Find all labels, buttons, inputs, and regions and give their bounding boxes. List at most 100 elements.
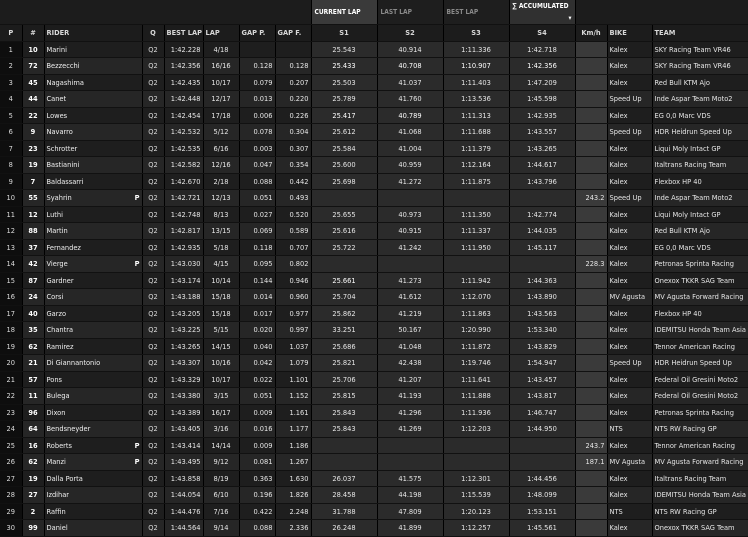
table-row[interactable]: 7 23 Schrotter Q2 1:42.535 6/16 0.003 0.307 25.5… [0,140,748,157]
table-row[interactable]: 15 87 Gardner Q2 1:43.174 10/14 0.144 0.946 25.6… [0,272,748,289]
col-num[interactable]: # [22,24,45,42]
col-gap-p[interactable]: GAP P. [239,24,276,42]
gap-first: 1.152 [275,387,312,405]
session-q: Q2 [142,404,165,421]
col-rider[interactable]: RIDER [44,24,143,42]
team-name: Onexox TKKR SAG Team [652,272,748,289]
gap-first: 1.267 [275,453,312,471]
sector-3: 1:11.313 [443,107,510,124]
rider-name-text: Canet [46,94,67,104]
bike-make: Kalex [607,305,653,322]
col-speed[interactable]: Km/h [575,24,608,42]
sector-4: 1:44.456 [509,470,576,487]
tab-best-lap[interactable]: BEST LAP [443,0,510,25]
col-pos[interactable]: P [0,24,23,42]
rider-number: 10 [22,41,45,58]
rider-number: 21 [22,354,45,372]
bike-make: NTS [607,420,653,438]
table-row[interactable]: 6 9 Navarro Q2 1:42.532 5/12 0.078 0.304 25.612 4… [0,123,748,141]
best-lap-time: 1:43.329 [164,371,204,388]
table-row[interactable]: 13 37 Fernandez Q2 1:42.935 5/18 0.118 0.707 25.… [0,239,748,256]
sector-4: 1:45.598 [509,90,576,108]
table-row[interactable]: 18 35 Chantra Q2 1:43.225 5/15 0.020 0.997 33.25… [0,321,748,339]
table-row[interactable]: 24 64 Bendsneyder Q2 1:43.405 3/16 0.016 1.177 2… [0,420,748,438]
speed-kmh [575,74,608,91]
gap-first: 0.960 [275,288,312,306]
table-row[interactable]: 22 11 Bulega Q2 1:43.380 3/15 0.051 1.152 25.815… [0,387,748,405]
table-row[interactable]: 20 21 Di Giannantonio Q2 1:43.307 10/16 0.042 1… [0,354,748,372]
table-row[interactable]: 3 45 Nagashima Q2 1:42.435 10/17 0.079 0.207 25.… [0,74,748,91]
rider-name-text: Bulega [46,391,70,401]
sector-2: 41.296 [377,404,444,421]
tab-current-lap[interactable]: CURRENT LAP [311,0,378,25]
sector-2 [377,453,444,471]
sector-2: 41.273 [377,272,444,289]
accumulated-dropdown[interactable]: ∑ ACCUMULATED ▾ [509,0,576,25]
best-lap-time: 1:42.532 [164,123,204,141]
rider-name: Raffin [44,503,143,520]
table-row[interactable]: 9 7 Baldassarri Q2 1:42.670 2/18 0.088 0.442 25.… [0,173,748,190]
bike-make: Kalex [607,156,653,174]
table-row[interactable]: 23 96 Dixon Q2 1:43.389 16/17 0.009 1.161 25.843… [0,404,748,421]
best-lap-time: 1:43.225 [164,321,204,339]
table-row[interactable]: 2 72 Bezzecchi Q2 1:42.356 16/16 0.128 0.128 25.… [0,57,748,75]
table-row[interactable]: 19 62 Ramirez Q2 1:43.265 14/15 0.040 1.037 25.6… [0,338,748,355]
table-row[interactable]: 1 10 Marini Q2 1:42.228 4/18 25.543 40.914 1:11.… [0,41,748,58]
table-row[interactable]: 28 27 Izdihar Q2 1:44.054 6/10 0.196 1.826 28.45… [0,486,748,504]
sector-2: 41.272 [377,173,444,190]
bike-make: Kalex [607,173,653,190]
col-s4[interactable]: S4 [509,24,576,42]
table-row[interactable]: 29 2 Raffin Q2 1:44.476 7/16 0.422 2.248 31.788 4… [0,503,748,520]
rider-name: Nagashima [44,74,143,91]
col-best-lap[interactable]: BEST LAP [164,24,204,42]
table-row[interactable]: 11 12 Luthi Q2 1:42.748 8/13 0.027 0.520 25.655 4… [0,206,748,223]
col-gap-f[interactable]: GAP F. [275,24,312,42]
table-row[interactable]: 5 22 Lowes Q2 1:42.454 17/18 0.006 0.226 25.417 4… [0,107,748,124]
gap-previous: 0.016 [239,420,276,438]
gap-previous: 0.422 [239,503,276,520]
rider-name: Baldassarri [44,173,143,190]
sector-3: 1:11.403 [443,74,510,91]
sector-1: 25.503 [311,74,378,91]
lap-count: 2/18 [203,173,240,190]
sector-4: 1:44.363 [509,272,576,289]
table-row[interactable]: 21 57 Pons Q2 1:43.329 10/17 0.022 1.101 25.706 4… [0,371,748,388]
table-row[interactable]: 8 19 Bastianini Q2 1:42.582 12/16 0.047 0.354 25… [0,156,748,174]
sector-1 [311,437,378,454]
bike-make: Kalex [607,57,653,75]
sector-1: 28.458 [311,486,378,504]
col-s1[interactable]: S1 [311,24,378,42]
table-row[interactable]: 14 42 Vierge P Q2 1:43.030 4/15 0.095 0.802 228.3… [0,255,748,273]
session-q: Q2 [142,486,165,504]
table-row[interactable]: 17 40 Garzo Q2 1:43.205 15/18 0.017 0.977 25.862… [0,305,748,322]
gap-first: 0.520 [275,206,312,223]
speed-kmh [575,354,608,372]
col-s2[interactable]: S2 [377,24,444,42]
sector-2: 41.193 [377,387,444,405]
table-row[interactable]: 16 24 Corsi Q2 1:43.188 15/18 0.014 0.960 25.704… [0,288,748,306]
tab-last-lap[interactable]: LAST LAP [377,0,444,25]
col-team[interactable]: TEAM [652,24,748,42]
rider-name: Schrotter [44,140,143,157]
bike-make: Kalex [607,519,653,537]
table-row[interactable]: 4 44 Canet Q2 1:42.448 12/17 0.013 0.220 25.789 4… [0,90,748,108]
table-row[interactable]: 27 19 Dalla Porta Q2 1:43.858 8/19 0.363 1.630 2… [0,470,748,487]
col-s3[interactable]: S3 [443,24,510,42]
table-row[interactable]: 12 88 Martin Q2 1:42.817 13/15 0.069 0.589 25.61… [0,222,748,240]
table-row[interactable]: 10 55 Syahrin P Q2 1:42.721 12/13 0.051 0.493 243… [0,189,748,207]
col-lap[interactable]: LAP [203,24,240,42]
gap-first: 1.177 [275,420,312,438]
rider-number: 35 [22,321,45,339]
speed-kmh [575,371,608,388]
rider-number: 62 [22,338,45,355]
lap-count: 14/14 [203,437,240,454]
sector-3: 1:12.301 [443,470,510,487]
bike-make: Speed Up [607,123,653,141]
table-row[interactable]: 25 16 Roberts P Q2 1:43.414 14/14 0.009 1.186 243… [0,437,748,454]
table-row[interactable]: 30 99 Daniel Q2 1:44.564 9/14 0.088 2.336 26.248… [0,519,748,537]
col-bike[interactable]: BIKE [607,24,653,42]
sector-1 [311,453,378,471]
session-q: Q2 [142,123,165,141]
col-q[interactable]: Q [142,24,165,42]
table-row[interactable]: 26 62 Manzi P Q2 1:43.495 9/12 0.081 1.267 187.1 M… [0,453,748,471]
